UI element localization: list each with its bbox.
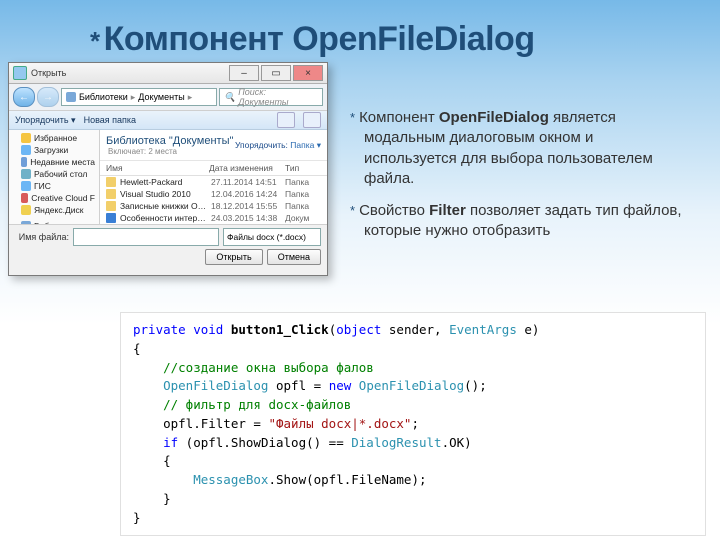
- organize-button[interactable]: Упорядочить ▾: [15, 115, 76, 126]
- column-headers[interactable]: Имя Дата изменения Тип: [100, 161, 327, 176]
- library-title: Библиотека "Документы": [106, 135, 233, 147]
- file-list: Hewlett-Packard27.11.2014 14:51ПапкаVisu…: [100, 176, 327, 224]
- dialog-icon: [13, 66, 27, 80]
- nav-recent[interactable]: Недавние места: [13, 156, 95, 168]
- dialog-titlebar: Открыть – ▭ ×: [9, 63, 327, 84]
- file-name: Hewlett-Packard: [120, 177, 207, 187]
- title-star: *: [90, 26, 100, 56]
- folder-icon: [66, 92, 76, 102]
- col-type[interactable]: Тип: [285, 163, 321, 173]
- search-input[interactable]: 🔍 Поиск: Документы: [219, 88, 323, 106]
- download-icon: [21, 145, 31, 155]
- file-type: Папка: [285, 189, 321, 199]
- filename-input[interactable]: [73, 228, 219, 246]
- filename-label: Имя файла:: [15, 232, 69, 242]
- nav-yandex[interactable]: Яндекс.Диск: [13, 204, 95, 216]
- back-button[interactable]: ←: [13, 87, 35, 107]
- file-row[interactable]: Особенности интерфейса лекция2.docx 24.03…: [100, 212, 327, 224]
- nav-item-label: Creative Cloud F: [31, 193, 95, 203]
- disk-icon: [21, 205, 31, 215]
- nav-item-label: ГИС: [34, 181, 51, 191]
- file-icon: [106, 201, 116, 211]
- file-type: Докум: [285, 213, 321, 223]
- cancel-button[interactable]: Отмена: [267, 249, 321, 265]
- filter-value: Файлы docx (*.docx): [227, 232, 306, 242]
- breadcrumb-a: Библиотеки: [79, 92, 128, 102]
- library-header: Библиотека "Документы" Включает: 2 места…: [100, 130, 327, 161]
- nav-item-label: Яндекс.Диск: [34, 205, 83, 215]
- file-icon: [106, 189, 116, 199]
- file-name: Visual Studio 2010: [120, 189, 207, 199]
- file-icon: [106, 177, 116, 187]
- code-block: private void button1_Click(object sender…: [120, 312, 706, 536]
- col-name[interactable]: Имя: [106, 163, 203, 173]
- nav-pane: Избранное Загрузки Недавние места Рабочи…: [9, 130, 100, 224]
- arrange-by[interactable]: Упорядочить: Папка ▾: [235, 140, 321, 151]
- search-placeholder: Поиск: Документы: [238, 87, 318, 107]
- breadcrumb[interactable]: Библиотеки ▸ Документы ▸: [61, 88, 217, 106]
- nav-desktop[interactable]: Рабочий стол: [13, 168, 95, 180]
- close-button[interactable]: ×: [293, 65, 323, 81]
- nav-fav-label: Избранное: [34, 133, 77, 143]
- star-icon: [21, 133, 31, 143]
- breadcrumb-b: Документы: [138, 92, 184, 102]
- address-bar: ← → Библиотеки ▸ Документы ▸ 🔍 Поиск: До…: [9, 84, 327, 111]
- search-icon: 🔍: [224, 92, 235, 103]
- nav-favorites[interactable]: Избранное: [13, 132, 95, 144]
- bullet-1: *Компонент OpenFileDialog является модал…: [350, 108, 690, 189]
- open-file-dialog: Открыть – ▭ × ← → Библиотеки ▸ Документы…: [8, 62, 328, 276]
- nav-ccf[interactable]: Creative Cloud F: [13, 192, 95, 204]
- file-icon: [106, 213, 116, 223]
- file-type: Папка: [285, 177, 321, 187]
- slide-title: *Компонент OpenFileDialog: [90, 20, 535, 59]
- bullet-2: *Свойство Filter позволяет задать тип фа…: [350, 201, 690, 242]
- file-date: 24.03.2015 14:38: [211, 213, 281, 223]
- help-button[interactable]: [303, 112, 321, 128]
- desktop-icon: [21, 169, 31, 179]
- file-list-pane: Библиотека "Документы" Включает: 2 места…: [100, 130, 327, 224]
- forward-button[interactable]: →: [37, 87, 59, 107]
- nav-item-label: Рабочий стол: [34, 169, 87, 179]
- view-button[interactable]: [277, 112, 295, 128]
- new-folder-button[interactable]: Новая папка: [84, 115, 136, 125]
- recent-icon: [21, 157, 27, 167]
- dialog-title: Открыть: [31, 68, 66, 78]
- library-sub: Включает: 2 места: [108, 147, 233, 156]
- nav-gis[interactable]: ГИС: [13, 180, 95, 192]
- filter-combo[interactable]: Файлы docx (*.docx): [223, 228, 321, 246]
- file-name: Особенности интерфейса лекция2.docx: [120, 213, 207, 223]
- open-button[interactable]: Открыть: [205, 249, 262, 265]
- file-date: 12.04.2016 14:24: [211, 189, 281, 199]
- file-row[interactable]: Записные книжки OneNote 18.12.2014 15:55 П…: [100, 200, 327, 212]
- file-row[interactable]: Visual Studio 2010 12.04.2016 14:24 Папка: [100, 188, 327, 200]
- slide-bullets: *Компонент OpenFileDialog является модал…: [350, 108, 690, 254]
- file-row[interactable]: Hewlett-Packard 27.11.2014 14:51 Папка: [100, 176, 327, 188]
- nav-item-label: Загрузки: [34, 145, 68, 155]
- file-date: 27.11.2014 14:51: [211, 177, 281, 187]
- dialog-toolbar: Упорядочить ▾ Новая папка: [9, 111, 327, 130]
- file-date: 18.12.2014 15:55: [211, 201, 281, 211]
- maximize-button[interactable]: ▭: [261, 65, 291, 81]
- cloud-icon: [21, 193, 28, 203]
- dialog-footer: Имя файла: Файлы docx (*.docx) Открыть О…: [9, 224, 327, 275]
- file-name: Записные книжки OneNote: [120, 201, 207, 211]
- bullet-star-icon: *: [350, 110, 355, 125]
- minimize-button[interactable]: –: [229, 65, 259, 81]
- nav-item-label: Недавние места: [30, 157, 95, 167]
- bullet-star-icon: *: [350, 203, 355, 218]
- title-text: Компонент OpenFileDialog: [104, 20, 535, 58]
- file-type: Папка: [285, 201, 321, 211]
- col-date[interactable]: Дата изменения: [209, 163, 279, 173]
- folder-icon: [21, 181, 31, 191]
- nav-downloads[interactable]: Загрузки: [13, 144, 95, 156]
